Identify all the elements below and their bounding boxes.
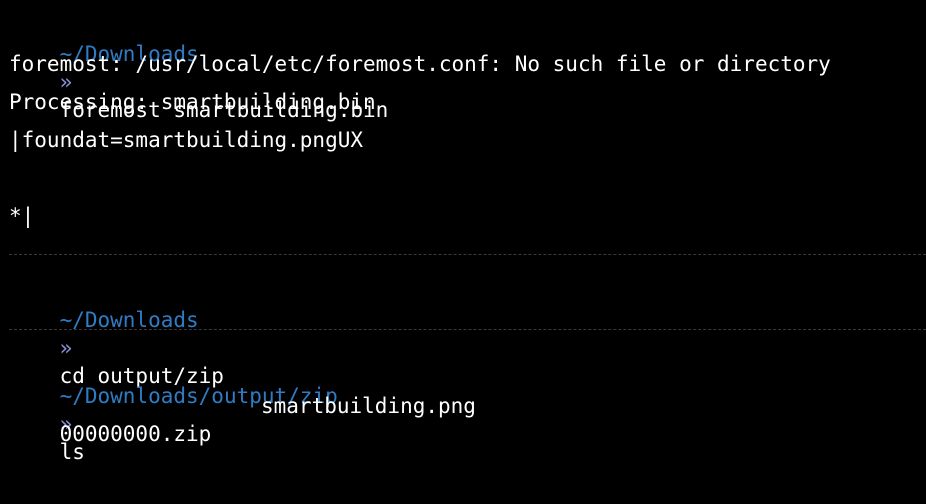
prompt-line-foremost: ~/Downloads » foremost smartbuilding.bin [9, 12, 389, 122]
terminal-window[interactable]: ~/Downloads » foremost smartbuilding.bin… [0, 0, 926, 464]
output-line-config-error: foremost: /usr/local/etc/foremost.conf: … [9, 52, 831, 76]
output-line-progress-end: *| [9, 204, 35, 228]
file-entry-zip: 00000000.zip [59, 422, 212, 446]
prompt-line-cd: ~/Downloads » cd output/zip [9, 278, 224, 388]
prompt-line-ls: ~/Downloads/output/zip » ls [9, 354, 338, 464]
prompt-separator [9, 329, 926, 330]
file-entry-png: smartbuilding.png [261, 394, 476, 418]
output-line-foundat: |foundat=smartbuilding.pngUX [9, 128, 364, 152]
output-line-processing: Processing: smartbuilding.bin [9, 90, 376, 114]
ls-output-line: 00000000.zip smartbuilding.png [9, 392, 909, 446]
prompt-separator [9, 254, 926, 255]
